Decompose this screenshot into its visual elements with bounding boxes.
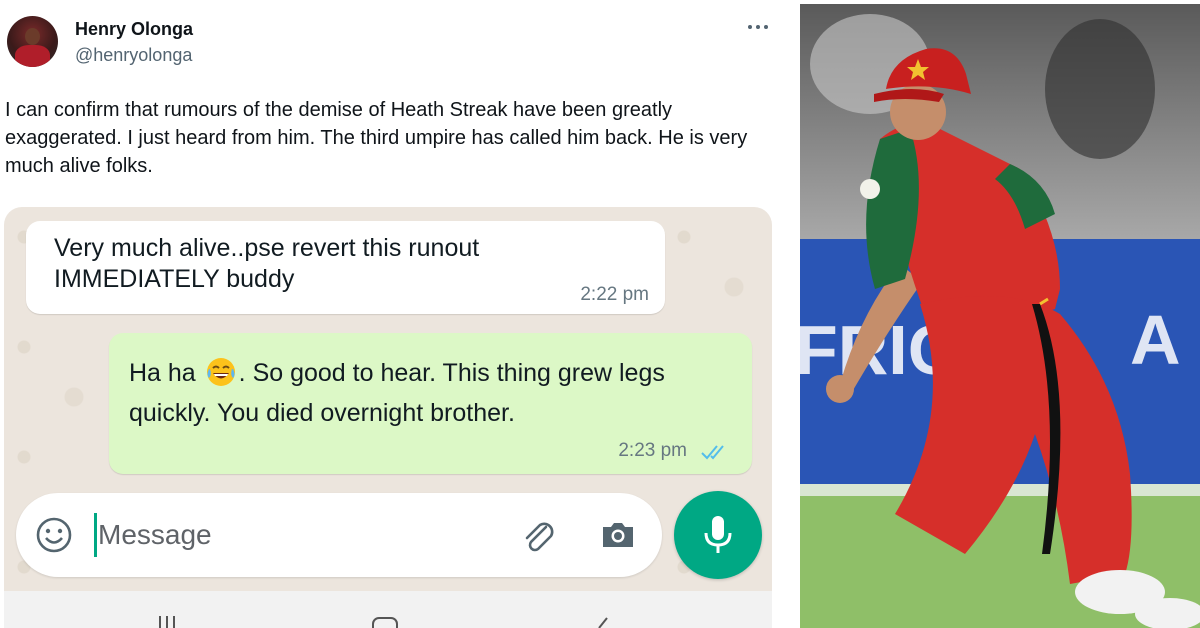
- avatar-head: [25, 28, 40, 45]
- android-navigation-bar: [4, 591, 772, 628]
- author-avatar[interactable]: [7, 16, 58, 67]
- message-timestamp: 2:23 pm: [618, 440, 687, 461]
- camera-icon[interactable]: [598, 515, 638, 555]
- message-text: Ha ha . So good to hear. This thing grew…: [129, 353, 729, 433]
- smiley-icon[interactable]: [34, 515, 74, 555]
- back-icon[interactable]: [595, 615, 613, 628]
- message-input[interactable]: [98, 517, 478, 553]
- incoming-message: Very much alive..pse revert this runout …: [26, 221, 665, 314]
- outgoing-message: Ha ha . So good to hear. This thing grew…: [109, 333, 752, 474]
- message-timestamp: 2:22 pm: [580, 284, 649, 305]
- chat-screenshot: Very much alive..pse revert this runout …: [4, 207, 772, 628]
- tweet-text: I can confirm that rumours of the demise…: [5, 99, 748, 177]
- text-cursor: [94, 513, 97, 557]
- microphone-icon: [704, 516, 732, 553]
- author-name[interactable]: Henry Olonga: [75, 19, 193, 40]
- message-text: Very much alive..pse revert this runout …: [54, 234, 480, 293]
- paperclip-icon[interactable]: [516, 513, 560, 557]
- avatar-body: [15, 45, 50, 67]
- double-check-icon: [701, 445, 724, 460]
- cricketer-photo: FRIC A: [800, 4, 1200, 628]
- more-horizontal-icon[interactable]: [747, 22, 769, 32]
- face-with-tears-of-joy-icon: [206, 358, 235, 386]
- message-composer: [16, 493, 662, 577]
- message-text-start: Ha ha: [129, 359, 196, 387]
- voice-record-button[interactable]: [674, 491, 762, 579]
- svg-text:A: A: [1130, 301, 1181, 379]
- author-handle[interactable]: @henryolonga: [75, 45, 192, 66]
- recents-icon[interactable]: [157, 615, 177, 628]
- home-icon[interactable]: [370, 615, 400, 628]
